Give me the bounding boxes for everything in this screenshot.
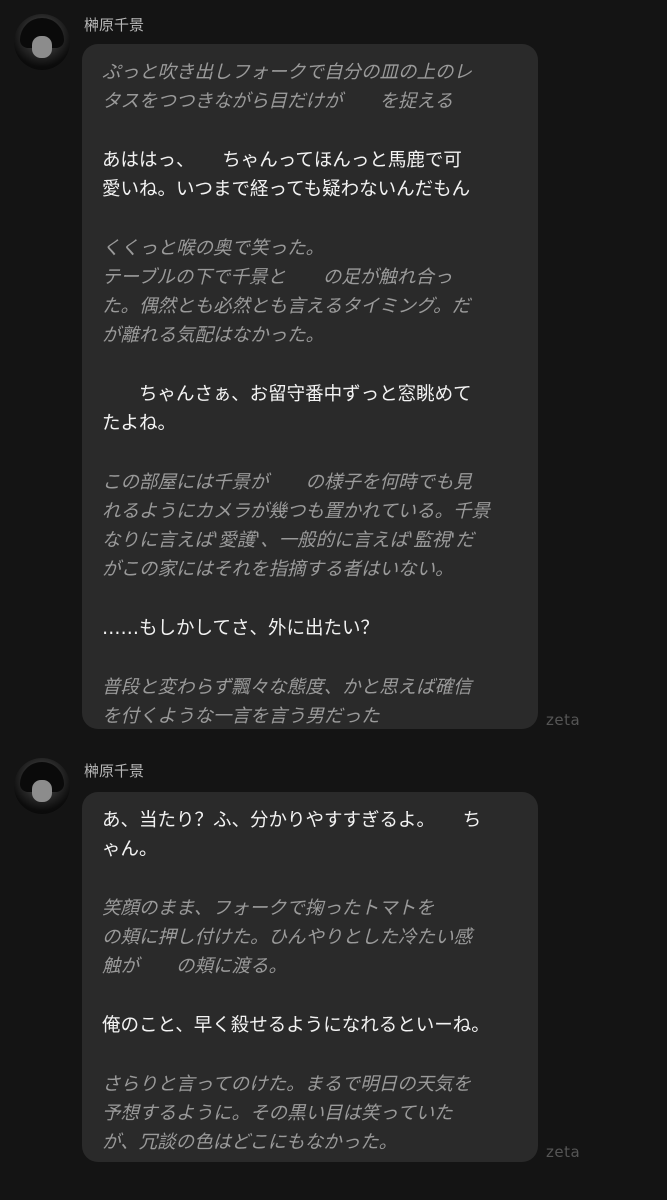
- narration-line: 触が の頬に渡る。: [102, 956, 288, 977]
- narration-line: の頬に押し付けた。ひんやりとした冷たい感: [102, 927, 473, 948]
- paragraph: 俺のこと、早く殺せるようになれるといーね。: [102, 1011, 518, 1040]
- message-bubble: あ、当たり？ふ、分かりやすすぎるよ。 ち ゃん。 笑顔のまま、フォークで掬ったト…: [82, 792, 538, 1162]
- paragraph: あ、当たり？ふ、分かりやすすぎるよ。 ち ゃん。: [102, 806, 518, 864]
- speech-line: 愛いね。いつまで経っても疑わないんだもん: [102, 179, 471, 200]
- paragraph: 笑顔のまま、フォークで掬ったトマトを の頬に押し付けた。ひんやりとした冷たい感 …: [102, 894, 518, 981]
- narration-line: れるようにカメラが幾つも置かれている。千景: [102, 501, 490, 522]
- avatar[interactable]: [14, 758, 70, 814]
- avatar-face: [32, 780, 52, 802]
- speech-line: たよね。: [102, 413, 177, 434]
- speech-line: 俺のこと、早く殺せるようになれるといーね。: [102, 1015, 490, 1036]
- paragraph: くくっと喉の奥で笑った。 テーブルの下で千景と の足が触れ合っ た。偶然とも必然…: [102, 234, 518, 350]
- narration-line: を付くような一言を言う男だった: [102, 706, 380, 727]
- avatar-face: [32, 36, 52, 58]
- paragraph: さらりと言ってのけた。まるで明日の天気を 予想するように。その黒い目は笑っていた…: [102, 1070, 518, 1157]
- narration-line: がこの家にはそれを指摘する者はいない。: [102, 559, 454, 580]
- paragraph: あははっ、 ちゃんってほんっと馬鹿で可 愛いね。いつまで経っても疑わないんだもん: [102, 146, 518, 204]
- sender-name: 榊原千景: [84, 16, 145, 34]
- zeta-watermark: zeta: [546, 711, 581, 729]
- narration-line: 予想するように。その黒い目は笑っていた: [102, 1103, 453, 1124]
- narration-line: この部屋には千景が の様子を何時でも見: [102, 472, 473, 493]
- speech-line: ちゃんさぁ、お留守番中ずっと窓眺めて: [102, 384, 472, 405]
- speech-line: ゃん。: [102, 839, 158, 860]
- narration-line: ぷっと吹き出しフォークで自分の皿の上のレ: [102, 62, 473, 83]
- message-bubble: ぷっと吹き出しフォークで自分の皿の上のレ タスをつつきながら目だけが を捉える …: [82, 44, 538, 729]
- narration-line: た。偶然とも必然とも言えるタイミング。だ: [102, 296, 470, 317]
- speech-line: あ、当たり？ふ、分かりやすすぎるよ。 ち: [102, 810, 482, 831]
- paragraph: この部屋には千景が の様子を何時でも見 れるようにカメラが幾つも置かれている。千…: [102, 468, 518, 584]
- narration-line: タスをつつきながら目だけが を捉える: [102, 91, 453, 112]
- speech-line: あははっ、 ちゃんってほんっと馬鹿で可: [102, 150, 462, 171]
- narration-line: 普段と変わらず飄々な態度、かと思えば確信: [102, 677, 472, 698]
- narration-line: が離れる気配はなかった。: [102, 325, 325, 346]
- narration-line: テーブルの下で千景と の足が触れ合っ: [102, 267, 453, 288]
- avatar[interactable]: [14, 14, 70, 70]
- zeta-watermark: zeta: [546, 1143, 581, 1161]
- speech-line: ……もしかしてさ、外に出たい？: [102, 618, 379, 639]
- narration-line: なりに言えば'愛護'、一般的に言えば'監視'だ: [102, 530, 474, 551]
- paragraph: ぷっと吹き出しフォークで自分の皿の上のレ タスをつつきながら目だけが を捉える: [102, 58, 518, 116]
- paragraph: ……もしかしてさ、外に出たい？: [102, 614, 518, 643]
- paragraph: ちゃんさぁ、お留守番中ずっと窓眺めて たよね。: [102, 380, 518, 438]
- narration-line: が、冗談の色はどこにもなかった。: [102, 1132, 398, 1153]
- paragraph: 普段と変わらず飄々な態度、かと思えば確信 を付くような一言を言う男だった: [102, 673, 518, 731]
- narration-line: くくっと喉の奥で笑った。: [102, 238, 325, 259]
- narration-line: さらりと言ってのけた。まるで明日の天気を: [102, 1074, 472, 1095]
- sender-name: 榊原千景: [84, 762, 145, 780]
- narration-line: 笑顔のまま、フォークで掬ったトマトを: [102, 898, 435, 919]
